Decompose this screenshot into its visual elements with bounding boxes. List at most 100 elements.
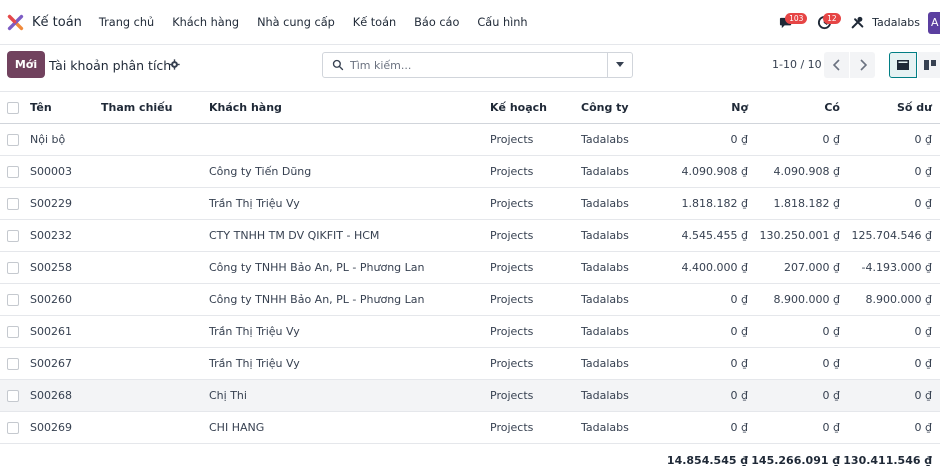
cell-debit: 0 ₫ bbox=[730, 293, 749, 306]
cell-name: S00260 bbox=[30, 293, 72, 306]
cell-plan: Projects bbox=[490, 133, 534, 146]
row-checkbox[interactable] bbox=[7, 220, 19, 251]
menu-item-vendors[interactable]: Nhà cung cấp bbox=[257, 16, 335, 29]
cell-credit: 0 ₫ bbox=[822, 325, 841, 338]
user-avatar[interactable]: A bbox=[928, 11, 940, 34]
row-checkbox[interactable] bbox=[7, 284, 19, 315]
total-balance: 130.411.546 ₫ bbox=[843, 453, 932, 467]
pager-next-button[interactable] bbox=[850, 52, 875, 78]
cell-name: S00003 bbox=[30, 165, 72, 178]
search-icon bbox=[332, 59, 344, 71]
accounts-table: Tên Tham chiếu Khách hàng Kế hoạch Công … bbox=[0, 91, 940, 469]
menu-item-home[interactable]: Trang chủ bbox=[99, 16, 154, 29]
cell-debit: 0 ₫ bbox=[730, 421, 749, 434]
cell-customer: Trần Thị Triệu Vy bbox=[209, 197, 300, 210]
table-row[interactable]: S00261 Trần Thị Triệu Vy Projects Tadala… bbox=[0, 316, 940, 348]
new-button[interactable]: Mới bbox=[7, 51, 45, 78]
cell-balance: 0 ₫ bbox=[914, 165, 933, 178]
total-debit: 14.854.545 ₫ bbox=[666, 453, 748, 467]
row-checkbox[interactable] bbox=[7, 156, 19, 187]
cell-balance: 125.704.546 ₫ bbox=[851, 229, 932, 242]
list-view-button[interactable] bbox=[889, 52, 917, 78]
table-row[interactable]: S00269 CHI HANG Projects Tadalabs 0 ₫ 0 … bbox=[0, 412, 940, 444]
cell-debit: 0 ₫ bbox=[730, 357, 749, 370]
cell-name: S00267 bbox=[30, 357, 72, 370]
cell-company: Tadalabs bbox=[581, 293, 629, 306]
table-row[interactable]: S00229 Trần Thị Triệu Vy Projects Tadala… bbox=[0, 188, 940, 220]
cell-company: Tadalabs bbox=[581, 389, 629, 402]
table-row[interactable]: S00258 Công ty TNHH Bảo An, PL - Phương … bbox=[0, 252, 940, 284]
column-header-company[interactable]: Công ty bbox=[581, 92, 629, 123]
row-checkbox[interactable] bbox=[7, 380, 19, 411]
cell-company: Tadalabs bbox=[581, 357, 629, 370]
cell-debit: 4.090.908 ₫ bbox=[681, 165, 748, 178]
cell-credit: 0 ₫ bbox=[822, 421, 841, 434]
cell-debit: 0 ₫ bbox=[730, 133, 749, 146]
chevron-left-icon bbox=[832, 59, 840, 71]
table-row[interactable]: Nội bộ Projects Tadalabs 0 ₫ 0 ₫ 0 ₫ bbox=[0, 124, 940, 156]
row-checkbox[interactable] bbox=[7, 412, 19, 443]
table-row[interactable]: S00003 Công ty Tiến Dũng Projects Tadala… bbox=[0, 156, 940, 188]
cell-balance: 0 ₫ bbox=[914, 421, 933, 434]
pager-value[interactable]: 1-10 / 10 bbox=[772, 58, 822, 71]
cell-name: Nội bộ bbox=[30, 133, 66, 146]
table-row[interactable]: S00232 CTY TNHH TM DV QIKFIT - HCM Proje… bbox=[0, 220, 940, 252]
pager-previous-button[interactable] bbox=[824, 52, 849, 78]
column-header-plan[interactable]: Kế hoạch bbox=[490, 92, 547, 123]
app-name: Kế toán bbox=[32, 14, 82, 30]
control-panel: Mới Tài khoản phân tích 1-10 / 10 bbox=[0, 45, 940, 91]
cell-name: S00268 bbox=[30, 389, 72, 402]
cell-company: Tadalabs bbox=[581, 421, 629, 434]
cell-plan: Projects bbox=[490, 197, 534, 210]
tools-icon bbox=[851, 16, 864, 29]
app-brand[interactable]: Kế toán bbox=[7, 0, 82, 45]
cell-customer: Trần Thị Triệu Vy bbox=[209, 357, 300, 370]
company-name: Tadalabs bbox=[872, 16, 920, 29]
page-title: Tài khoản phân tích bbox=[49, 58, 172, 73]
cell-credit: 130.250.001 ₫ bbox=[759, 229, 840, 242]
cell-credit: 1.818.182 ₫ bbox=[773, 197, 840, 210]
select-all-checkbox[interactable] bbox=[7, 92, 19, 123]
menu-item-reports[interactable]: Báo cáo bbox=[414, 16, 459, 29]
cell-customer: CTY TNHH TM DV QIKFIT - HCM bbox=[209, 229, 380, 242]
cell-debit: 0 ₫ bbox=[730, 325, 749, 338]
kanban-view-button[interactable] bbox=[918, 52, 940, 78]
column-header-name[interactable]: Tên bbox=[30, 92, 52, 123]
cell-plan: Projects bbox=[490, 229, 534, 242]
activities-button[interactable]: 12 bbox=[813, 12, 841, 34]
table-row[interactable]: S00267 Trần Thị Triệu Vy Projects Tadala… bbox=[0, 348, 940, 380]
menu-item-customers[interactable]: Khách hàng bbox=[172, 16, 239, 29]
column-header-debit[interactable]: Nợ bbox=[731, 92, 748, 123]
cell-customer: Công ty TNHH Bảo An, PL - Phương Lan bbox=[209, 261, 425, 274]
gear-icon[interactable] bbox=[169, 59, 180, 73]
cell-credit: 8.900.000 ₫ bbox=[773, 293, 840, 306]
cell-company: Tadalabs bbox=[581, 229, 629, 242]
row-checkbox[interactable] bbox=[7, 188, 19, 219]
cell-debit: 4.400.000 ₫ bbox=[681, 261, 748, 274]
row-checkbox[interactable] bbox=[7, 124, 19, 155]
row-checkbox[interactable] bbox=[7, 316, 19, 347]
chevron-right-icon bbox=[859, 59, 867, 71]
cell-balance: -4.193.000 ₫ bbox=[861, 261, 932, 274]
column-header-customer[interactable]: Khách hàng bbox=[209, 92, 282, 123]
row-checkbox[interactable] bbox=[7, 348, 19, 379]
company-switcher[interactable]: Tadalabs bbox=[851, 16, 920, 29]
messages-button[interactable]: 103 bbox=[775, 12, 808, 34]
search-options-toggle[interactable] bbox=[607, 53, 632, 77]
messages-badge: 103 bbox=[785, 12, 808, 24]
column-header-credit[interactable]: Có bbox=[824, 92, 840, 123]
column-header-balance[interactable]: Số dư bbox=[897, 92, 932, 123]
row-checkbox[interactable] bbox=[7, 252, 19, 283]
app-logo-icon bbox=[7, 14, 24, 30]
menu-item-accounting[interactable]: Kế toán bbox=[353, 16, 396, 29]
kanban-view-icon bbox=[924, 60, 936, 70]
cell-plan: Projects bbox=[490, 421, 534, 434]
table-row[interactable]: S00260 Công ty TNHH Bảo An, PL - Phương … bbox=[0, 284, 940, 316]
cell-company: Tadalabs bbox=[581, 325, 629, 338]
cell-company: Tadalabs bbox=[581, 197, 629, 210]
search-input[interactable] bbox=[350, 58, 590, 72]
column-header-reference[interactable]: Tham chiếu bbox=[101, 92, 172, 123]
menu-item-configuration[interactable]: Cấu hình bbox=[477, 16, 527, 29]
cell-company: Tadalabs bbox=[581, 165, 629, 178]
table-row[interactable]: S00268 Chị Thi Projects Tadalabs 0 ₫ 0 ₫… bbox=[0, 380, 940, 412]
